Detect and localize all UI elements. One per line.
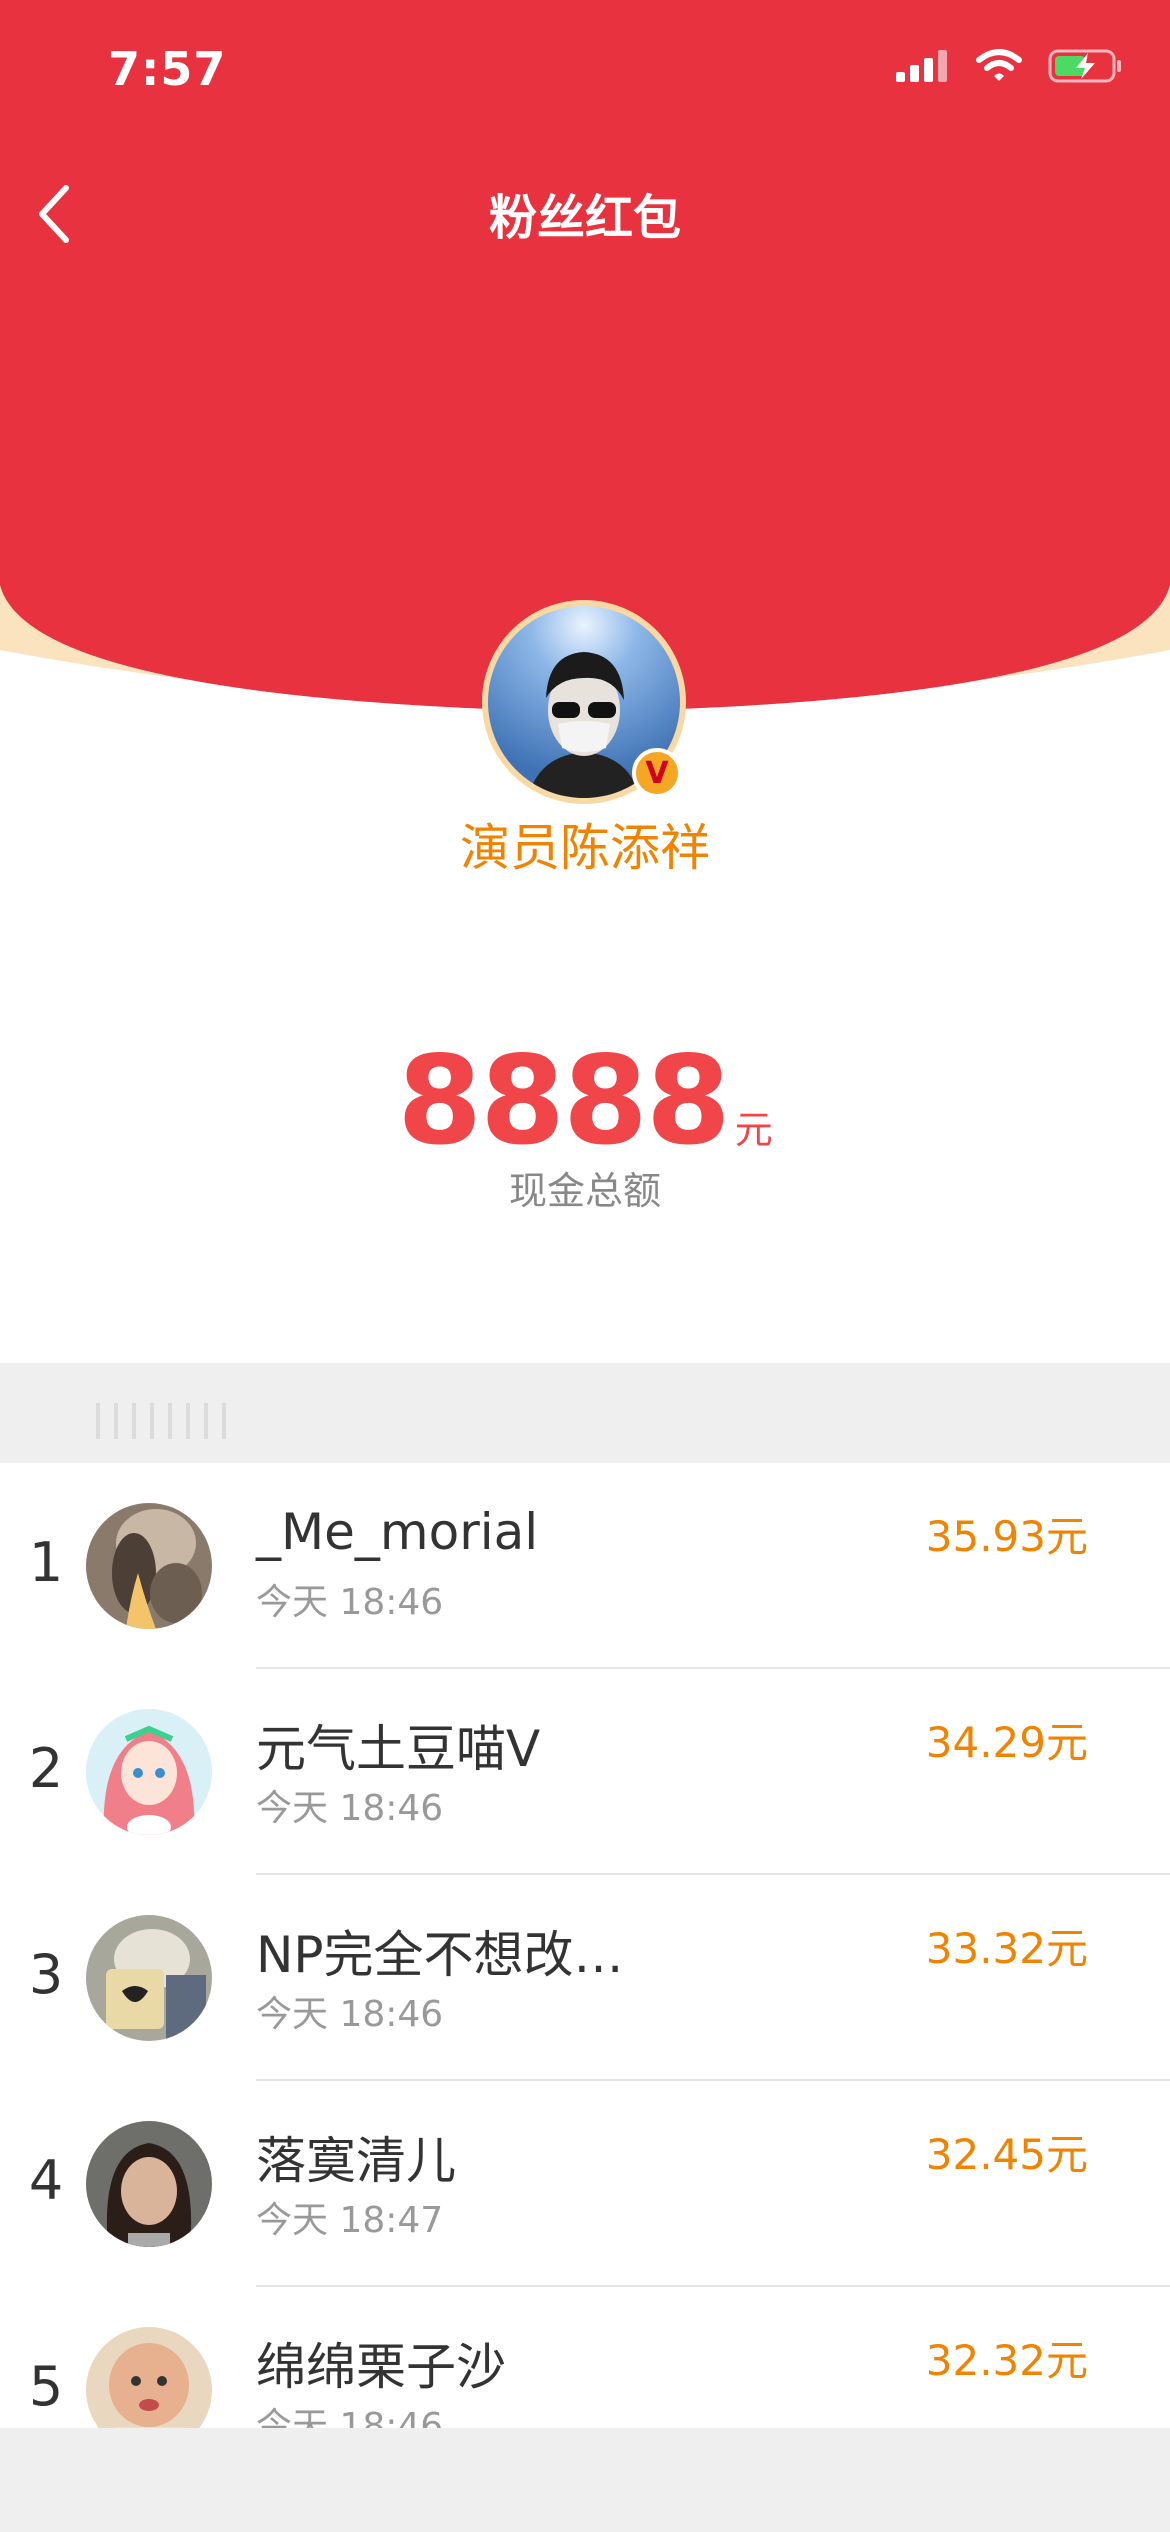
claim-amount: 32.32元 <box>925 2336 1088 2385</box>
page-title: 粉丝红包 <box>488 190 681 246</box>
recipient-name[interactable]: 绵绵栗子沙 <box>256 2327 506 2399</box>
avatar[interactable] <box>86 1503 212 1629</box>
navigation-bar: 粉丝红包 <box>0 160 1170 260</box>
rank-number: 3 <box>28 1943 64 2006</box>
section-header <box>0 1363 1170 1463</box>
recipient-name[interactable]: _Me_morial <box>256 1503 538 1561</box>
amount-unit: 元 <box>734 1108 773 1152</box>
claim-amount: 35.93元 <box>925 1512 1088 1561</box>
claim-amount: 34.29元 <box>925 1718 1088 1767</box>
claim-amount: 33.32元 <box>925 1924 1088 1973</box>
section-title-placeholder <box>96 1403 226 1439</box>
rank-number: 5 <box>28 2355 64 2418</box>
amount-value: 8888 <box>397 1030 731 1172</box>
avatar[interactable] <box>86 2121 212 2247</box>
list-item[interactable]: 5 绵绵栗子沙 今天 18:46 32.32元 <box>0 2287 1170 2428</box>
claim-time: 今天 18:46 <box>256 1788 444 1829</box>
verified-badge-icon: V <box>632 748 682 798</box>
bottom-bar <box>0 2428 1170 2532</box>
status-time: 7:57 <box>108 42 227 96</box>
list-item[interactable]: 2 元气土豆喵V 今天 18:46 34.29元 <box>0 1669 1170 1875</box>
avatar[interactable] <box>86 1915 212 2041</box>
total-amount: 8888 元 <box>0 1030 1170 1172</box>
list-item[interactable]: 4 落寞清儿 今天 18:47 32.45元 <box>0 2081 1170 2287</box>
list-item[interactable]: 3 NP完全不想改… 今天 18:46 33.32元 <box>0 1875 1170 2081</box>
claim-time: 今天 18:47 <box>256 2200 444 2241</box>
recipient-name[interactable]: 元气土豆喵V <box>256 1709 540 1781</box>
rank-number: 1 <box>28 1531 64 1594</box>
claim-time: 今天 18:46 <box>256 2406 444 2428</box>
signal-icon <box>896 50 950 86</box>
wifi-icon <box>976 49 1022 87</box>
avatar[interactable] <box>86 1709 212 1835</box>
creator-name[interactable]: 演员陈添祥 <box>0 808 1170 880</box>
rank-number: 4 <box>28 2149 64 2212</box>
amount-label: 现金总额 <box>508 1169 661 1213</box>
recipient-name[interactable]: 落寞清儿 <box>256 2121 456 2193</box>
status-bar: 7:57 <box>0 0 1170 140</box>
rank-number: 2 <box>28 1737 64 1800</box>
list-item[interactable]: 1 _Me_morial 今天 18:46 35.93元 <box>0 1463 1170 1669</box>
claim-amount: 32.45元 <box>925 2130 1088 2179</box>
claim-time: 今天 18:46 <box>256 1994 444 2035</box>
recipient-name[interactable]: NP完全不想改… <box>256 1915 624 1987</box>
recipient-list: 1 _Me_morial 今天 18:46 35.93元 2 元气土豆喵V 今天… <box>0 1463 1170 2428</box>
battery-icon <box>1048 48 1122 88</box>
avatar[interactable] <box>86 2327 212 2428</box>
claim-time: 今天 18:46 <box>256 1582 444 1623</box>
